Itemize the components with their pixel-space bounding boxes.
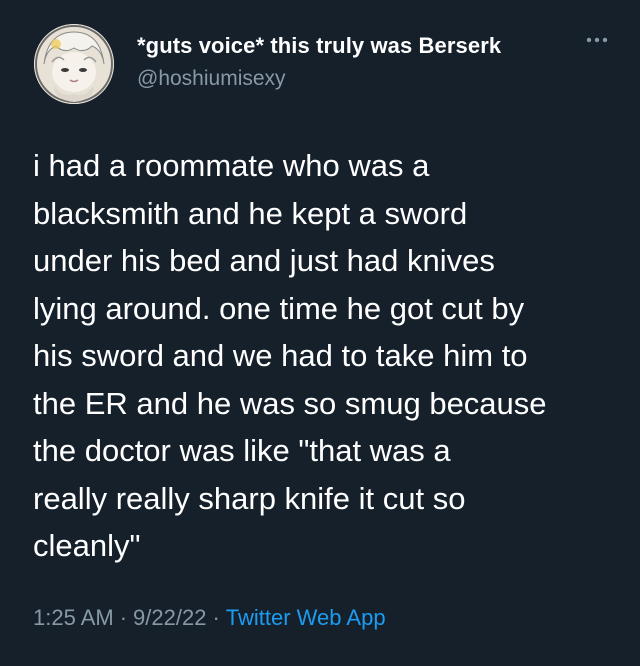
- tweet-text-line: blacksmith and he kept a sword: [33, 195, 468, 231]
- avatar[interactable]: [34, 24, 114, 104]
- display-name[interactable]: *guts voice* this truly was Berserk: [137, 33, 501, 59]
- tweet-text-line: under his bed and just had knives: [33, 243, 495, 278]
- tweet-date[interactable]: 9/22/22: [133, 605, 206, 630]
- tweet-text-line: the doctor was like "that was a: [33, 433, 451, 468]
- avatar-image: [34, 24, 114, 104]
- tweet-metadata: 1:25 AM · 9/22/22 · Twitter Web App: [33, 605, 386, 631]
- tweet-text-line: the ER and he was so smug because: [33, 385, 547, 421]
- tweet-header: *guts voice* this truly was Berserk @hos…: [28, 18, 618, 106]
- tweet: *guts voice* this truly was Berserk @hos…: [0, 0, 640, 666]
- more-options-icon[interactable]: [580, 28, 614, 52]
- tweet-source-link[interactable]: Twitter Web App: [226, 605, 386, 630]
- tweet-text-line: his sword and we had to take him to: [33, 338, 528, 373]
- tweet-time[interactable]: 1:25 AM: [33, 605, 114, 630]
- tweet-text-line: really really sharp knife it cut so: [33, 480, 466, 516]
- tweet-text: i had a roommate who was a blacksmith an…: [33, 142, 623, 570]
- tweet-text-line: cleanly": [33, 528, 141, 563]
- tweet-text-line: lying around. one time he got cut by: [33, 290, 525, 326]
- user-handle[interactable]: @hoshiumisexy: [137, 67, 286, 91]
- separator-dot: ·: [212, 605, 220, 630]
- separator-dot: ·: [119, 605, 128, 630]
- tweet-text-line: i had a roommate who was a: [33, 148, 430, 183]
